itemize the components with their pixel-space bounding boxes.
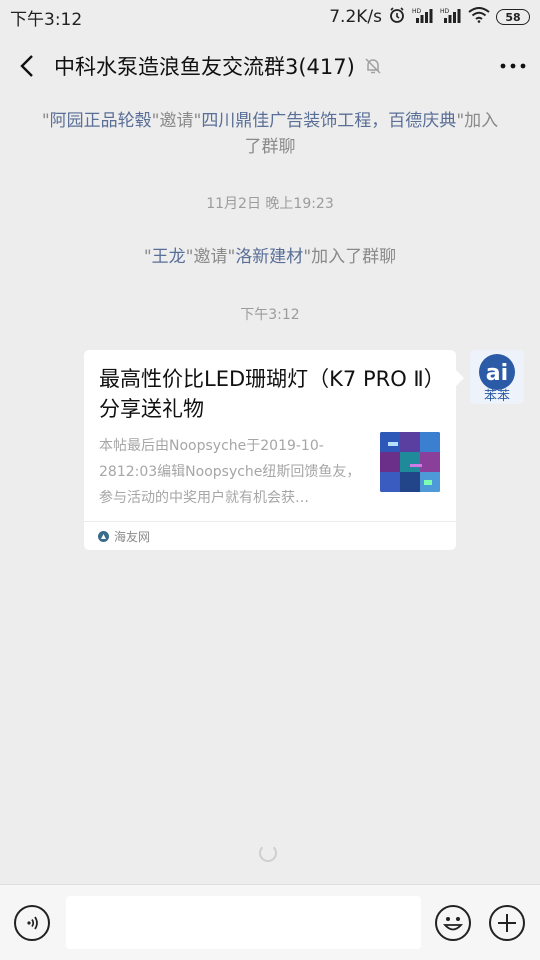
system-message-invite-1: "阿园正品轮毂"邀请"四川鼎佳广告装饰工程，百德庆典"加入了群聊: [40, 108, 500, 160]
svg-text:HD: HD: [440, 8, 450, 15]
loading-spinner: [259, 844, 277, 862]
emoji-button[interactable]: [435, 905, 471, 941]
card-description: 本帖最后由Noopsyche于2019-10-2812:03编辑Noopsych…: [99, 438, 361, 506]
timestamp-2: 下午3:12: [240, 307, 300, 323]
invite-text: "邀请": [151, 111, 202, 131]
invitee-name[interactable]: 洛新建材: [235, 247, 303, 267]
voice-button[interactable]: [14, 905, 50, 941]
svg-text:HD: HD: [412, 8, 422, 15]
signal-hd-icon-2: HD: [440, 7, 462, 28]
quote-mark: ": [41, 111, 50, 131]
chat-header: 中科水泵造浪鱼友交流群3(417): [0, 34, 540, 98]
plus-icon: [498, 914, 516, 932]
status-time: 下午3:12: [10, 9, 83, 30]
avatar[interactable]: ai 苯苯: [470, 350, 524, 404]
invitee-name[interactable]: 四川鼎佳广告装饰工程，百德庆典: [201, 111, 456, 131]
avatar-text: 苯苯: [484, 389, 510, 404]
quote-mark: ": [143, 247, 152, 267]
emoji-icon: [442, 917, 464, 931]
back-button[interactable]: [0, 34, 54, 98]
signal-hd-icon: HD: [412, 7, 434, 28]
shared-link-card[interactable]: 最高性价比LED珊瑚灯（K7 PRO Ⅱ）分享送礼物 本帖最后由Noopsych…: [84, 350, 464, 550]
network-speed: 7.2K/s: [329, 7, 382, 27]
svg-text:ai: ai: [486, 361, 508, 386]
plus-button[interactable]: [489, 905, 525, 941]
system-message-invite-2: "王龙"邀请"洛新建材"加入了群聊: [40, 244, 500, 270]
voice-icon: [27, 916, 38, 930]
battery-indicator: 58: [496, 9, 530, 25]
wifi-icon: [468, 6, 490, 28]
joined-text: "加入了群聊: [303, 247, 397, 267]
more-dots-icon: [500, 63, 526, 69]
more-options-button[interactable]: [486, 34, 540, 98]
source-logo-icon: [98, 530, 109, 542]
status-right: 7.2K/s HD HD 58: [329, 6, 530, 29]
status-bar: 下午3:12 7.2K/s HD HD 58: [0, 0, 540, 34]
input-bar: [0, 884, 540, 960]
back-arrow-icon: [20, 55, 33, 77]
card-thumbnail: [380, 432, 440, 492]
timestamp-1: 11月2日 晚上19:23: [206, 196, 334, 212]
invite-text: "邀请": [185, 247, 236, 267]
chat-title[interactable]: 中科水泵造浪鱼友交流群3(417): [54, 51, 355, 81]
card-source: 海友网: [84, 521, 456, 550]
source-name: 海友网: [114, 529, 151, 544]
muted-bell-icon: [363, 56, 383, 76]
card-title: 最高性价比LED珊瑚灯（K7 PRO Ⅱ）分享送礼物: [99, 367, 435, 421]
inviter-name[interactable]: 王龙: [152, 247, 186, 267]
inviter-name[interactable]: 阿园正品轮毂: [50, 111, 152, 131]
alarm-icon: [388, 6, 406, 29]
message-input[interactable]: [66, 896, 421, 949]
